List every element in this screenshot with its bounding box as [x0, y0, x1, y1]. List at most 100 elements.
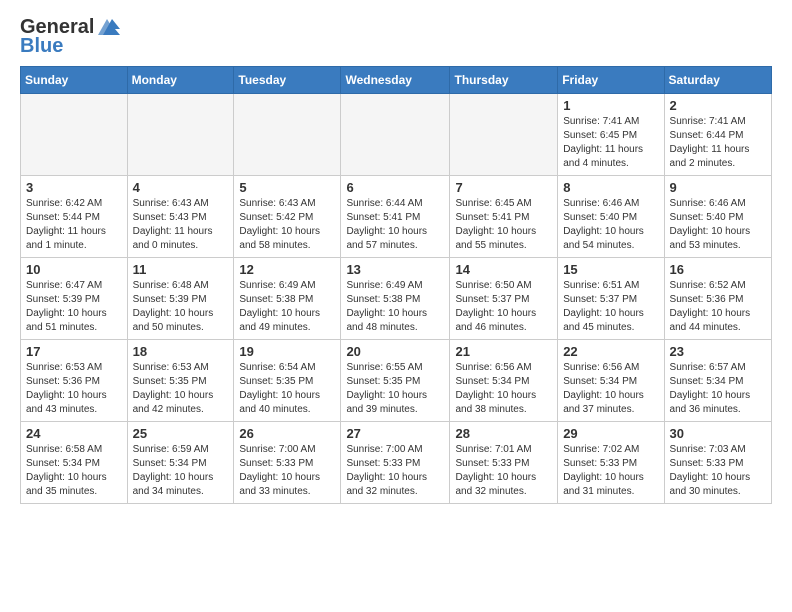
- day-info: Sunrise: 6:47 AMSunset: 5:39 PMDaylight:…: [26, 279, 122, 335]
- day-info: Sunrise: 7:02 AMSunset: 5:33 PMDaylight:…: [563, 443, 658, 499]
- calendar-cell: 25 Sunrise: 6:59 AMSunset: 5:34 PMDayligh…: [127, 422, 234, 504]
- day-number: 16: [670, 262, 766, 277]
- calendar-cell: 3 Sunrise: 6:42 AMSunset: 5:44 PMDaylight…: [21, 176, 128, 258]
- calendar-cell: [21, 94, 128, 176]
- calendar-cell: 12 Sunrise: 6:49 AMSunset: 5:38 PMDayligh…: [234, 258, 341, 340]
- day-number: 10: [26, 262, 122, 277]
- weekday-header: Monday: [127, 67, 234, 94]
- day-info: Sunrise: 6:53 AMSunset: 5:36 PMDaylight:…: [26, 361, 122, 417]
- calendar-cell: 18 Sunrise: 6:53 AMSunset: 5:35 PMDayligh…: [127, 340, 234, 422]
- day-info: Sunrise: 6:48 AMSunset: 5:39 PMDaylight:…: [133, 279, 229, 335]
- calendar-table: SundayMondayTuesdayWednesdayThursdayFrid…: [20, 66, 772, 504]
- calendar-cell: 9Sunrise: 6:46 AMSunset: 5:40 PMDaylight…: [664, 176, 771, 258]
- day-number: 5: [239, 180, 335, 195]
- day-number: 30: [670, 426, 766, 441]
- day-number: 28: [455, 426, 552, 441]
- day-number: 6: [346, 180, 444, 195]
- calendar-cell: [341, 94, 450, 176]
- day-number: 18: [133, 344, 229, 359]
- day-info: Sunrise: 6:58 AMSunset: 5:34 PMDaylight:…: [26, 443, 122, 499]
- day-number: 3: [26, 180, 122, 195]
- day-info: Sunrise: 6:43 AMSunset: 5:42 PMDaylight:…: [239, 197, 335, 253]
- calendar-cell: 8 Sunrise: 6:46 AMSunset: 5:40 PMDaylight…: [558, 176, 664, 258]
- day-info: Sunrise: 6:55 AMSunset: 5:35 PMDaylight:…: [346, 361, 444, 417]
- day-number: 21: [455, 344, 552, 359]
- day-number: 29: [563, 426, 658, 441]
- day-number: 27: [346, 426, 444, 441]
- day-info: Sunrise: 6:59 AMSunset: 5:34 PMDaylight:…: [133, 443, 229, 499]
- day-info: Sunrise: 6:56 AMSunset: 5:34 PMDaylight:…: [455, 361, 552, 417]
- calendar-cell: 2Sunrise: 7:41 AMSunset: 6:44 PMDaylight…: [664, 94, 771, 176]
- day-number: 9: [670, 180, 766, 195]
- calendar-week-row: 1Sunrise: 7:41 AMSunset: 6:45 PMDaylight…: [21, 94, 772, 176]
- day-info: Sunrise: 6:52 AMSunset: 5:36 PMDaylight:…: [670, 279, 766, 335]
- weekday-header: Thursday: [450, 67, 558, 94]
- day-info: Sunrise: 6:44 AMSunset: 5:41 PMDaylight:…: [346, 197, 444, 253]
- day-info: Sunrise: 6:51 AMSunset: 5:37 PMDaylight:…: [563, 279, 658, 335]
- calendar-cell: 13 Sunrise: 6:49 AMSunset: 5:38 PMDayligh…: [341, 258, 450, 340]
- logo-icon: [98, 17, 120, 37]
- calendar-cell: 19Sunrise: 6:54 AMSunset: 5:35 PMDayligh…: [234, 340, 341, 422]
- day-info: Sunrise: 7:01 AMSunset: 5:33 PMDaylight:…: [455, 443, 552, 499]
- day-number: 26: [239, 426, 335, 441]
- day-info: Sunrise: 7:00 AMSunset: 5:33 PMDaylight:…: [239, 443, 335, 499]
- logo: General Blue: [20, 16, 120, 58]
- day-number: 12: [239, 262, 335, 277]
- calendar-cell: 22Sunrise: 6:56 AMSunset: 5:34 PMDayligh…: [558, 340, 664, 422]
- day-number: 24: [26, 426, 122, 441]
- day-info: Sunrise: 6:49 AMSunset: 5:38 PMDaylight:…: [239, 279, 335, 335]
- page-header: General Blue: [0, 0, 792, 66]
- weekday-header: Wednesday: [341, 67, 450, 94]
- logo-blue: Blue: [20, 35, 63, 58]
- day-number: 1: [563, 98, 658, 113]
- calendar-week-row: 3 Sunrise: 6:42 AMSunset: 5:44 PMDaylight…: [21, 176, 772, 258]
- weekday-header: Tuesday: [234, 67, 341, 94]
- calendar-cell: 15 Sunrise: 6:51 AMSunset: 5:37 PMDayligh…: [558, 258, 664, 340]
- day-number: 14: [455, 262, 552, 277]
- day-info: Sunrise: 7:03 AMSunset: 5:33 PMDaylight:…: [670, 443, 766, 499]
- day-number: 19: [239, 344, 335, 359]
- day-number: 13: [346, 262, 444, 277]
- day-number: 7: [455, 180, 552, 195]
- calendar-cell: [127, 94, 234, 176]
- day-info: Sunrise: 6:53 AMSunset: 5:35 PMDaylight:…: [133, 361, 229, 417]
- weekday-header: Friday: [558, 67, 664, 94]
- calendar-cell: 5 Sunrise: 6:43 AMSunset: 5:42 PMDaylight…: [234, 176, 341, 258]
- calendar-cell: [450, 94, 558, 176]
- calendar-week-row: 10 Sunrise: 6:47 AMSunset: 5:39 PMDayligh…: [21, 258, 772, 340]
- calendar-cell: 10 Sunrise: 6:47 AMSunset: 5:39 PMDayligh…: [21, 258, 128, 340]
- day-info: Sunrise: 6:42 AMSunset: 5:44 PMDaylight:…: [26, 197, 122, 253]
- day-info: Sunrise: 6:56 AMSunset: 5:34 PMDaylight:…: [563, 361, 658, 417]
- calendar-cell: 27Sunrise: 7:00 AMSunset: 5:33 PMDayligh…: [341, 422, 450, 504]
- day-info: Sunrise: 6:57 AMSunset: 5:34 PMDaylight:…: [670, 361, 766, 417]
- day-number: 20: [346, 344, 444, 359]
- calendar-cell: 17Sunrise: 6:53 AMSunset: 5:36 PMDayligh…: [21, 340, 128, 422]
- day-info: Sunrise: 6:46 AMSunset: 5:40 PMDaylight:…: [563, 197, 658, 253]
- calendar-header-row: SundayMondayTuesdayWednesdayThursdayFrid…: [21, 67, 772, 94]
- calendar-week-row: 17Sunrise: 6:53 AMSunset: 5:36 PMDayligh…: [21, 340, 772, 422]
- day-info: Sunrise: 6:43 AMSunset: 5:43 PMDaylight:…: [133, 197, 229, 253]
- day-number: 25: [133, 426, 229, 441]
- day-number: 15: [563, 262, 658, 277]
- day-info: Sunrise: 7:41 AMSunset: 6:44 PMDaylight:…: [670, 115, 766, 171]
- day-number: 4: [133, 180, 229, 195]
- calendar-cell: 26 Sunrise: 7:00 AMSunset: 5:33 PMDayligh…: [234, 422, 341, 504]
- calendar-cell: 16 Sunrise: 6:52 AMSunset: 5:36 PMDayligh…: [664, 258, 771, 340]
- calendar-cell: 20 Sunrise: 6:55 AMSunset: 5:35 PMDayligh…: [341, 340, 450, 422]
- calendar-week-row: 24 Sunrise: 6:58 AMSunset: 5:34 PMDayligh…: [21, 422, 772, 504]
- calendar-cell: 6 Sunrise: 6:44 AMSunset: 5:41 PMDaylight…: [341, 176, 450, 258]
- calendar-cell: [234, 94, 341, 176]
- calendar-cell: 24 Sunrise: 6:58 AMSunset: 5:34 PMDayligh…: [21, 422, 128, 504]
- calendar-cell: 30 Sunrise: 7:03 AMSunset: 5:33 PMDayligh…: [664, 422, 771, 504]
- calendar-cell: 1Sunrise: 7:41 AMSunset: 6:45 PMDaylight…: [558, 94, 664, 176]
- calendar-cell: 11 Sunrise: 6:48 AMSunset: 5:39 PMDayligh…: [127, 258, 234, 340]
- day-number: 23: [670, 344, 766, 359]
- calendar-wrapper: SundayMondayTuesdayWednesdayThursdayFrid…: [0, 66, 792, 524]
- weekday-header: Sunday: [21, 67, 128, 94]
- day-number: 11: [133, 262, 229, 277]
- calendar-cell: 29 Sunrise: 7:02 AMSunset: 5:33 PMDayligh…: [558, 422, 664, 504]
- calendar-cell: 4 Sunrise: 6:43 AMSunset: 5:43 PMDaylight…: [127, 176, 234, 258]
- day-info: Sunrise: 6:49 AMSunset: 5:38 PMDaylight:…: [346, 279, 444, 335]
- day-info: Sunrise: 6:45 AMSunset: 5:41 PMDaylight:…: [455, 197, 552, 253]
- day-number: 8: [563, 180, 658, 195]
